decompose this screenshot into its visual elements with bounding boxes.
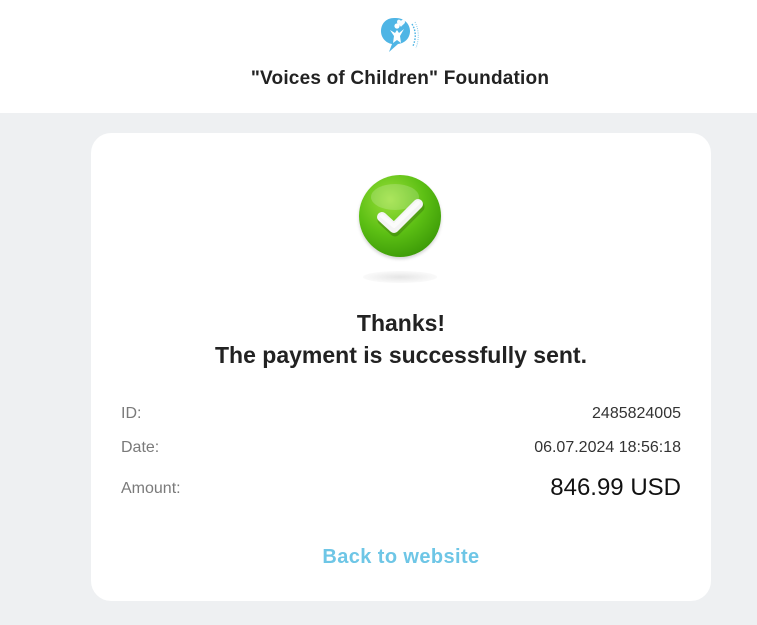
header: "Voices of Children" Foundation [0, 0, 757, 113]
foundation-logo-icon[interactable] [380, 16, 422, 54]
amount-value: 846.99 USD [550, 474, 681, 501]
id-label: ID: [121, 405, 142, 422]
date-value: 06.07.2024 18:56:18 [534, 439, 681, 456]
payment-result-card: Thanks! The payment is successfully sent… [91, 133, 711, 601]
success-status [357, 173, 443, 291]
id-value: 2485824005 [592, 405, 681, 422]
date-label: Date: [121, 439, 160, 456]
thanks-heading: Thanks! [356, 310, 446, 336]
success-icon-shadow [363, 271, 437, 283]
success-checkmark-icon [359, 175, 441, 257]
payment-success-message: The payment is successfully sent. [215, 342, 587, 368]
back-to-website-link[interactable]: Back to website [91, 546, 711, 569]
amount-label: Amount: [121, 480, 181, 497]
foundation-title: "Voices of Children" Foundation [250, 68, 550, 89]
